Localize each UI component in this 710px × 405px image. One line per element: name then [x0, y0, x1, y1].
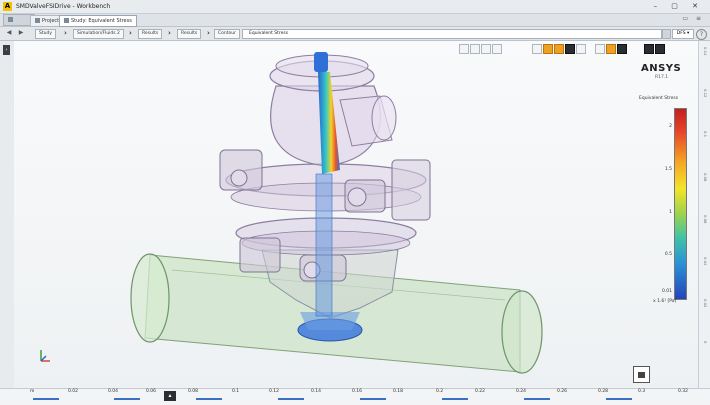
view-tool-icon[interactable]: [459, 44, 469, 54]
3d-viewport[interactable]: [14, 41, 698, 388]
ruler-tick: 0.04: [108, 389, 119, 394]
select-tool-icon[interactable]: [595, 44, 605, 54]
breadcrumb-item-results-2[interactable]: Results: [177, 29, 202, 39]
camera-icon[interactable]: [633, 366, 650, 383]
window-tool-icon[interactable]: [644, 44, 654, 54]
chevron-right-icon: ›: [129, 29, 132, 37]
legend-tick: 2: [669, 124, 672, 129]
ruler-tick: 0.28: [598, 389, 609, 394]
view-tool-icon[interactable]: [470, 44, 480, 54]
ruler-tick: 0.26: [557, 389, 568, 394]
select-toolbar: [595, 44, 627, 54]
ruler-tick: 0.32: [678, 389, 689, 394]
ruler-tick: 0.08: [703, 173, 708, 182]
ansys-brand: ANSYS: [641, 63, 682, 74]
ruler-segment: [33, 398, 59, 400]
ruler-tick: 0.08: [188, 389, 199, 394]
ruler-tick: m: [30, 389, 35, 394]
legend-unit: x 1.6¹ [Pa]: [653, 299, 677, 304]
display-tool-icon[interactable]: [543, 44, 553, 54]
ruler-tick: 0.1: [703, 131, 708, 138]
pipe-right-end: [501, 290, 543, 374]
quick-settings-icon[interactable]: [662, 29, 671, 39]
ruler-tick: 0: [703, 341, 708, 344]
language-select[interactable]: DFS ▾: [672, 29, 694, 39]
ruler-tick: 0.06: [146, 389, 157, 394]
select-tool-icon[interactable]: [617, 44, 627, 54]
legend-tick: 1.5: [664, 167, 672, 172]
display-tool-icon[interactable]: [576, 44, 586, 54]
window-tool-icon[interactable]: [655, 44, 665, 54]
ruler-tick: 0.16: [352, 389, 363, 394]
ansys-version: R17.1: [655, 75, 669, 80]
legend-tick: 0.01: [661, 289, 672, 294]
back-arrow-icon[interactable]: ◀: [4, 29, 14, 37]
ruler-tick: 0.2: [436, 389, 444, 394]
legend-tick: 1: [669, 210, 672, 215]
ruler-tick: 0.24: [516, 389, 527, 394]
ruler-segment: [114, 398, 140, 400]
chevron-right-icon: ›: [168, 29, 171, 37]
ruler-tick: 0.18: [393, 389, 404, 394]
breadcrumb-item-study[interactable]: Study: [35, 29, 56, 39]
ruler-tick: 0.14: [311, 389, 322, 394]
window-controls[interactable]: – ▢ ✕: [654, 2, 704, 10]
view-tool-icon[interactable]: [492, 44, 502, 54]
ruler-tick: 0.22: [475, 389, 486, 394]
breadcrumb-item-simulation[interactable]: Simulation/Fluids 2: [73, 29, 124, 39]
display-toolbar: [532, 44, 586, 54]
display-tool-icon[interactable]: [554, 44, 564, 54]
tab-bar: Project Study: Equivalent Stress ▭ ≡: [0, 14, 710, 27]
axis-triad-icon: [40, 350, 50, 362]
right-ruler: 0.14 0.12 0.1 0.08 0.06 0.04 0.02 0: [698, 41, 710, 388]
grid-icon: [8, 17, 13, 22]
valve-model-render: [130, 52, 543, 374]
ansys-logo-icon: A: [3, 2, 12, 11]
view-toolbar: [459, 44, 502, 54]
ruler-segment: [278, 398, 304, 400]
ruler-tick: 0.04: [703, 257, 708, 266]
ruler-tick: 0.12: [703, 89, 708, 98]
ruler-tick: 0.1: [232, 389, 240, 394]
ruler-tick: 0.3: [638, 389, 646, 394]
display-tool-icon[interactable]: [532, 44, 542, 54]
ruler-segment: [606, 398, 632, 400]
ruler-tick: 0.02: [703, 299, 708, 308]
stress-stem-top: [314, 52, 328, 72]
help-icon[interactable]: ?: [696, 29, 707, 40]
ruler-segment: [196, 398, 222, 400]
pipe-left-end: [130, 253, 170, 343]
project-icon: [35, 18, 40, 23]
ruler-segment: [524, 398, 550, 400]
breadcrumb: ◀ ▶ Study › Simulation/Fluids 2 › Result…: [0, 27, 710, 41]
bottom-ruler: m 0.02 0.04 0.06 0.08 0.1 0.12 0.14 0.16…: [0, 388, 710, 405]
tab-study[interactable]: Study: Equivalent Stress: [59, 15, 137, 27]
tab-bar-menu-icon[interactable]: ▭ ≡: [682, 15, 704, 22]
ruler-segment: [360, 398, 386, 400]
chevron-right-icon: ›: [64, 29, 67, 37]
breadcrumb-item-results[interactable]: Results: [138, 29, 163, 39]
ruler-tick: 0.02: [68, 389, 79, 394]
forward-arrow-icon[interactable]: ▶: [16, 29, 26, 37]
view-tool-icon[interactable]: [481, 44, 491, 54]
expand-panel-icon[interactable]: ›: [3, 45, 10, 55]
study-icon: [64, 18, 69, 23]
ruler-tick: 0.14: [703, 47, 708, 56]
ruler-tick: 0.06: [703, 215, 708, 224]
ruler-tick: 0.12: [269, 389, 280, 394]
collapse-icon[interactable]: ▴: [164, 391, 176, 401]
breadcrumb-current-field[interactable]: Equivalent Stress: [242, 29, 662, 39]
window-title: SMDValveFSIDrive - Workbench: [16, 3, 111, 10]
legend-color-bar: [674, 108, 687, 300]
select-tool-icon[interactable]: [606, 44, 616, 54]
left-panel-strip: ›: [0, 41, 15, 388]
chevron-right-icon: ›: [207, 29, 210, 37]
legend-title: Equivalent Stress: [639, 96, 679, 101]
title-bar: A SMDValveFSIDrive - Workbench – ▢ ✕: [0, 0, 710, 14]
breadcrumb-item-contour[interactable]: Contour: [214, 29, 240, 39]
window-toolbar: [644, 44, 665, 54]
ruler-segment: [442, 398, 468, 400]
display-tool-icon[interactable]: [565, 44, 575, 54]
legend-tick: 0.5: [664, 252, 672, 257]
